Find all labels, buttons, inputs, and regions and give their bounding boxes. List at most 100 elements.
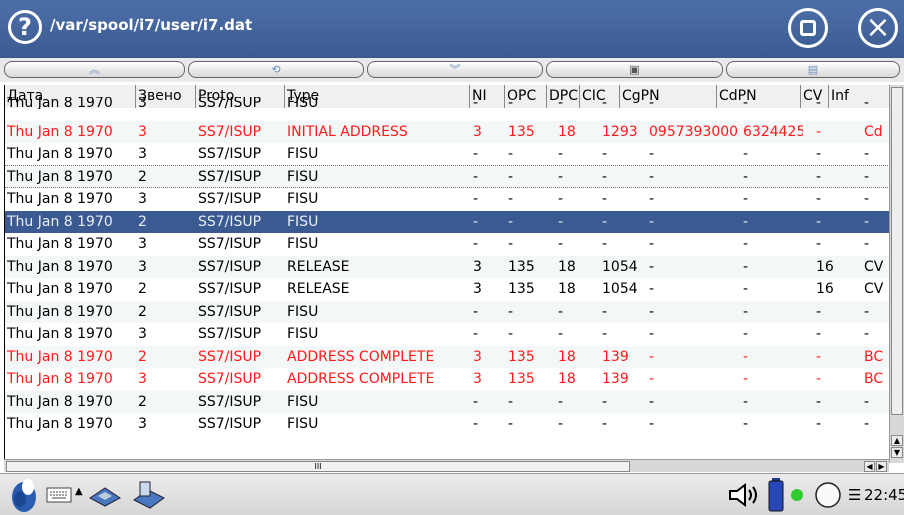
cell-link: 3 — [138, 146, 147, 162]
scroll-down-arrow-icon[interactable]: ▼ — [891, 447, 903, 458]
table-row[interactable]: Thu Jan 8 1970 3 SS7/ISUP FISU - - - - - - - - — [5, 188, 889, 211]
cell-dpc: 18 — [558, 348, 576, 365]
table-row[interactable]: Thu Jan 8 1970 3 SS7/ISUP RELEASE 3 135 18 1054… — [5, 255, 889, 278]
cell-cic: - — [602, 168, 608, 185]
scroll-up-arrow-icon[interactable]: ▲ — [891, 435, 903, 446]
input-menu-icon[interactable]: ▲ — [75, 486, 83, 497]
toolbar: ︽ ⟲ ︾ ▣ ▤ — [0, 58, 904, 82]
cell-ni: 3 — [473, 123, 482, 140]
cell-ni: 3 — [473, 371, 482, 387]
cell-opc: - — [508, 393, 514, 410]
cell-cic: 1054 — [602, 258, 638, 275]
cell-cic: 139 — [602, 348, 629, 365]
cell-cgpn: - — [649, 281, 655, 297]
table-row[interactable]: Thu Jan 8 1970 2 SS7/ISUP FISU - - - - - - - - — [5, 300, 889, 323]
cell-link: 2 — [138, 168, 147, 185]
cell-cic: - — [602, 303, 608, 320]
cell-cv: - — [816, 326, 822, 342]
cell-proto: SS7/ISUP — [198, 393, 262, 410]
scroll-right-arrow-icon[interactable]: ▶ — [876, 461, 887, 472]
cell-type: ADDRESS COMPLETE — [287, 348, 435, 365]
table-row[interactable]: Thu Jan 8 1970 3 SS7/ISUP FISU - - - - - - - - — [5, 97, 889, 109]
refresh-icon: ⟲ — [271, 63, 281, 76]
opie-icon[interactable] — [8, 477, 40, 513]
table-row[interactable]: Thu Jan 8 1970 3 SS7/ISUP FISU - - - - - - - - — [5, 413, 889, 436]
cell-cgpn: - — [649, 168, 655, 185]
table-row[interactable]: Thu Jan 8 1970 2 SS7/ISUP FISU - - - - - - - - — [5, 390, 889, 413]
network-icon[interactable] — [88, 482, 122, 508]
cell-link: 2 — [138, 213, 147, 230]
table-row[interactable]: Thu Jan 8 1970 3 SS7/ISUP FISU - - - - - - - - — [5, 323, 889, 346]
cell-dpc: - — [558, 416, 564, 432]
cell-inf: - — [864, 168, 870, 185]
scroll-down-button[interactable]: ︾ — [367, 61, 543, 78]
volume-icon[interactable] — [728, 482, 762, 508]
table-row[interactable]: Thu Jan 8 1970 3 SS7/ISUP FISU - - - - - - - - — [5, 143, 889, 166]
cell-cdpn: - — [743, 303, 749, 320]
table-row[interactable]: Thu Jan 8 1970 2 SS7/ISUP FISU - - - - - - - - — [5, 165, 889, 188]
maximize-button[interactable] — [788, 8, 828, 48]
table-row[interactable]: Thu Jan 8 1970 2 SS7/ISUP FISU - - - - - - - - — [5, 210, 889, 233]
horizontal-scrollbar[interactable]: III ◀ ▶ — [4, 459, 889, 472]
table-row[interactable]: Thu Jan 8 1970 3 SS7/ISUP FISU - - - - - - - - — [5, 233, 889, 256]
table-row[interactable]: Thu Jan 8 1970 2 SS7/ISUP RELEASE 3 135 18 1054… — [5, 278, 889, 301]
cell-link: 3 — [138, 236, 147, 252]
table-row[interactable]: Thu Jan 8 1970 2 SS7/ISUP ADDRESS COMPLETE 3… — [5, 345, 889, 368]
cell-date: Thu Jan 8 1970 — [7, 213, 113, 230]
cell-proto: SS7/ISUP — [198, 168, 262, 185]
cell-cv: - — [816, 371, 822, 387]
cell-date: Thu Jan 8 1970 — [7, 371, 113, 387]
cell-cv: - — [816, 236, 822, 252]
vertical-scrollbar[interactable]: ▲ ▼ — [889, 85, 904, 463]
close-button[interactable]: × — [858, 8, 898, 48]
cell-cdpn: - — [743, 213, 749, 230]
cell-dpc: - — [558, 236, 564, 252]
cell-cv: - — [816, 416, 822, 432]
cell-cdpn: - — [743, 191, 749, 207]
export-icon: ▤ — [807, 63, 819, 76]
cell-proto: SS7/ISUP — [198, 326, 262, 342]
cell-proto: SS7/ISUP — [198, 213, 262, 230]
cell-ni: 3 — [473, 348, 482, 365]
cell-cic: - — [602, 393, 608, 410]
cell-link: 3 — [138, 96, 147, 109]
scroll-up-button[interactable]: ︽ — [4, 61, 185, 78]
chevron-down-icon: ︾ — [449, 63, 461, 76]
cell-link: 3 — [138, 416, 147, 432]
save-button[interactable]: ▣ — [546, 61, 723, 78]
scroll-left-arrow-icon[interactable]: ◀ — [864, 461, 875, 472]
cell-opc: - — [508, 146, 514, 162]
cell-type: INITIAL ADDRESS — [287, 123, 408, 140]
power-icon[interactable] — [814, 481, 842, 509]
export-button[interactable]: ▤ — [726, 61, 900, 78]
cell-type: RELEASE — [287, 258, 350, 275]
cell-opc: - — [508, 191, 514, 207]
cell-cgpn: - — [649, 416, 655, 432]
title-bar: ? /var/spool/i7/user/i7.dat × — [0, 0, 904, 58]
cell-proto: SS7/ISUP — [198, 303, 262, 320]
cell-inf: CV — [864, 281, 884, 297]
cell-cv: - — [816, 348, 822, 365]
clock[interactable]: 22:45 — [864, 486, 904, 504]
keyboard-icon[interactable] — [46, 487, 72, 503]
horizontal-scrollbar-thumb[interactable]: III — [6, 461, 630, 472]
save-icon: ▣ — [629, 63, 640, 76]
apps-icon[interactable] — [130, 478, 168, 510]
cell-cdpn: - — [743, 168, 749, 185]
help-icon[interactable]: ? — [8, 10, 42, 44]
refresh-button[interactable]: ⟲ — [188, 61, 364, 78]
cell-opc: 135 — [508, 281, 535, 297]
cell-inf: CV — [864, 258, 884, 275]
cell-type: ADDRESS COMPLETE — [287, 371, 435, 387]
cell-inf: BC — [864, 371, 884, 387]
cell-cic: - — [602, 213, 608, 230]
cell-cic: 1293 — [602, 123, 638, 140]
vertical-scrollbar-thumb[interactable] — [891, 87, 903, 415]
maximize-icon — [800, 20, 816, 36]
cell-cic: 1054 — [602, 281, 638, 297]
table-row[interactable]: Thu Jan 8 1970 3 SS7/ISUP INITIAL ADDRESS 3 1… — [5, 120, 889, 143]
cell-link: 3 — [138, 258, 147, 275]
cell-date: Thu Jan 8 1970 — [7, 281, 113, 297]
table-row[interactable]: Thu Jan 8 1970 3 SS7/ISUP ADDRESS COMPLETE 3… — [5, 368, 889, 391]
cell-cic: - — [602, 326, 608, 342]
